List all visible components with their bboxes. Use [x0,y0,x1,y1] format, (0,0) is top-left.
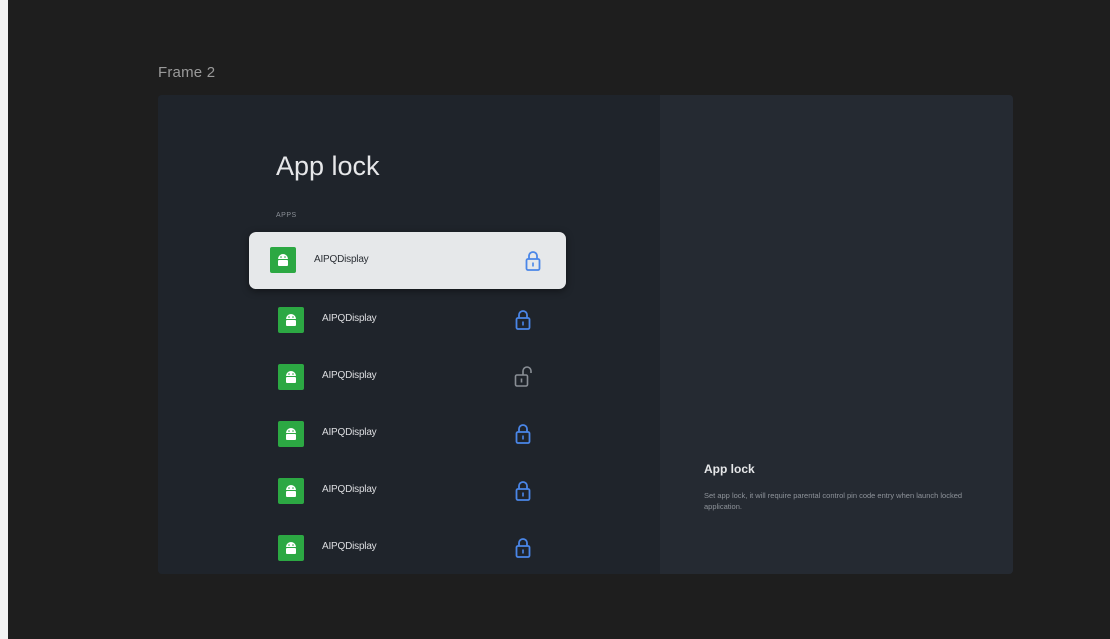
app-list-item[interactable]: AIPQDisplay [278,526,540,570]
app-lock-frame: App lock APPS AIPQDisplay AIPQDisplay AI… [158,95,1013,574]
window-edge [0,0,8,639]
app-list-item[interactable]: AIPQDisplay [278,298,540,342]
app-name: AIPQDisplay [314,254,369,265]
app-list-item[interactable]: AIPQDisplay [278,469,540,513]
android-icon [278,478,304,504]
app-name: AIPQDisplay [322,313,377,324]
android-icon [278,535,304,561]
app-name: AIPQDisplay [322,541,377,552]
android-icon [278,421,304,447]
app-list-pane: App lock APPS AIPQDisplay AIPQDisplay AI… [158,95,660,574]
lock-icon[interactable] [524,250,542,272]
unlock-icon[interactable] [514,366,532,388]
description-text: Set app lock, it will require parental c… [704,491,963,511]
description-pane: App lock Set app lock, it will require p… [660,95,1013,574]
app-list-item[interactable]: AIPQDisplay [278,412,540,456]
android-icon [270,247,296,273]
lock-icon[interactable] [514,309,532,331]
app-name: AIPQDisplay [322,484,377,495]
page-title: App lock [276,151,380,181]
app-list-item[interactable]: AIPQDisplay [249,232,566,289]
app-list-item[interactable]: AIPQDisplay [278,355,540,399]
lock-icon[interactable] [514,537,532,559]
description-title: App lock [704,462,755,476]
app-name: AIPQDisplay [322,427,377,438]
lock-icon[interactable] [514,480,532,502]
section-label: APPS [276,212,297,219]
canvas: Frame 2 App lock APPS AIPQDisplay AIPQDi… [0,0,1110,639]
app-name: AIPQDisplay [322,370,377,381]
android-icon [278,307,304,333]
android-icon [278,364,304,390]
lock-icon[interactable] [514,423,532,445]
frame-label: Frame 2 [158,64,216,81]
